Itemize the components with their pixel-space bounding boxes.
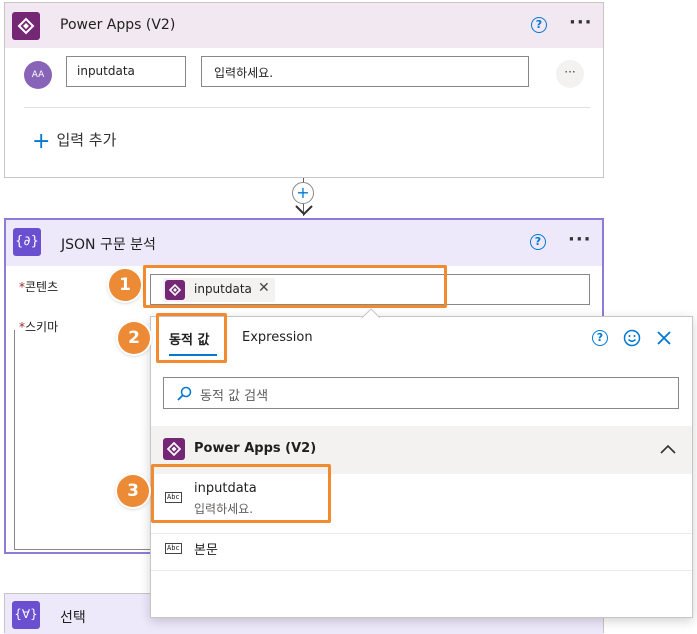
schema-editor-area[interactable] bbox=[14, 330, 159, 550]
powerapps-card-header[interactable]: Power Apps (V2) ? ··· bbox=[5, 3, 603, 48]
dynamic-search-input[interactable]: 동적 값 검색 bbox=[163, 377, 679, 409]
divider bbox=[151, 570, 692, 571]
chevron-up-icon[interactable] bbox=[659, 443, 677, 455]
tab-expression[interactable]: Expression bbox=[242, 330, 313, 345]
divider bbox=[24, 107, 590, 108]
input-name-field[interactable]: inputdata bbox=[66, 56, 186, 87]
select-card-title: 선택 bbox=[60, 610, 86, 626]
json-card-title: JSON 구문 분석 bbox=[61, 237, 156, 253]
smiley-icon[interactable] bbox=[623, 329, 641, 347]
json-card-header[interactable]: {∂} JSON 구문 분석 ? ··· bbox=[6, 220, 602, 266]
insert-step-button[interactable]: + bbox=[292, 182, 314, 204]
more-options-icon[interactable]: ··· bbox=[569, 12, 593, 33]
callout-badge-3: 3 bbox=[117, 475, 149, 507]
powerapps-card-title: Power Apps (V2) bbox=[60, 17, 176, 33]
highlight-box-tab bbox=[156, 313, 227, 363]
search-icon bbox=[177, 386, 192, 401]
input-placeholder-field[interactable]: 입력하세요. bbox=[201, 56, 529, 87]
list-item[interactable]: Abc 본문 bbox=[151, 534, 692, 570]
powerapps-trigger-card: Power Apps (V2) ? ··· AA inputdata 입력하세요… bbox=[4, 2, 604, 178]
powerapps-icon bbox=[163, 438, 185, 460]
avatar: AA bbox=[24, 61, 52, 89]
select-icon: {∀} bbox=[12, 601, 40, 629]
json-icon: {∂} bbox=[13, 228, 41, 256]
callout-badge-1: 1 bbox=[109, 269, 141, 301]
callout-badge-2: 2 bbox=[118, 322, 150, 354]
add-input-button[interactable]: + 입력 추가 bbox=[32, 129, 116, 154]
help-icon[interactable]: ? bbox=[531, 17, 547, 33]
plus-icon: + bbox=[32, 129, 51, 154]
more-options-icon[interactable]: ··· bbox=[568, 229, 592, 250]
arrow-down-icon bbox=[295, 205, 313, 216]
text-type-icon: Abc bbox=[165, 543, 182, 554]
highlight-box-item bbox=[151, 464, 331, 523]
close-icon[interactable] bbox=[656, 330, 672, 346]
help-icon[interactable]: ? bbox=[592, 330, 608, 346]
highlight-box-content bbox=[143, 265, 447, 308]
help-icon[interactable]: ? bbox=[530, 234, 546, 250]
powerapps-icon bbox=[12, 12, 40, 40]
input-more-button[interactable]: ··· bbox=[556, 60, 584, 88]
popup-pointer bbox=[362, 308, 380, 318]
content-label: *콘텐츠 bbox=[19, 280, 59, 294]
